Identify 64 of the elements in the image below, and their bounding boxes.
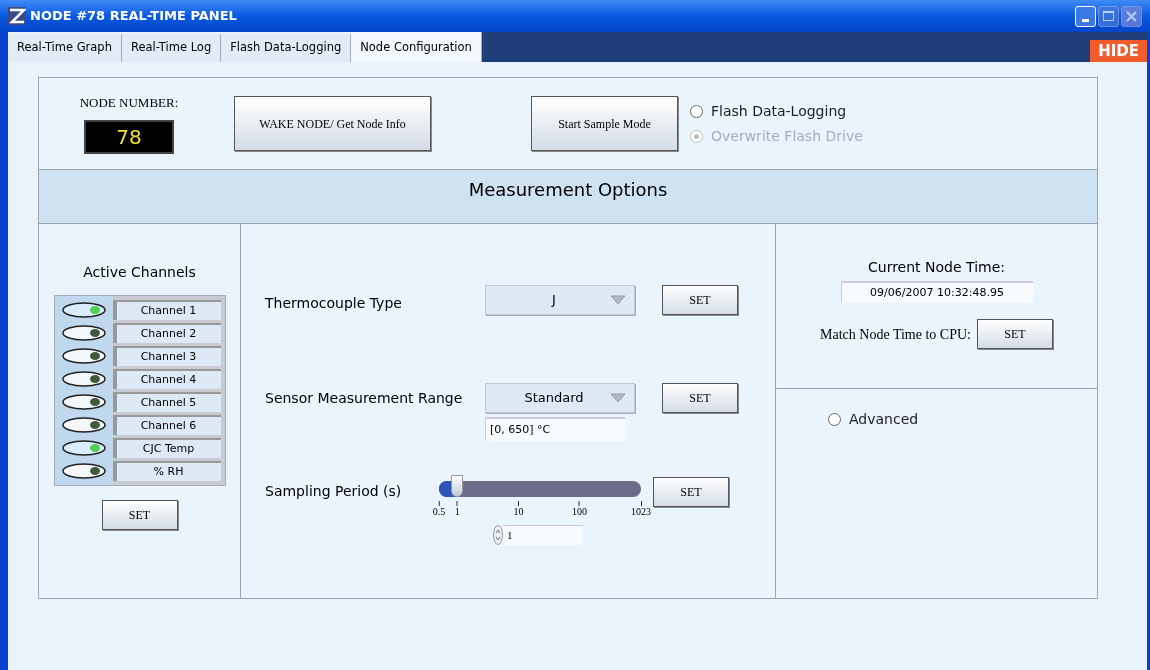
channel-label: CJC Temp [112, 438, 221, 458]
tab[interactable]: Real-Time Graph [8, 34, 122, 62]
wake-node-button[interactable]: WAKE NODE/ Get Node Info [234, 96, 431, 151]
channel-label: Channel 3 [112, 346, 221, 366]
set-button[interactable]: SET [662, 285, 738, 315]
channel-label: Channel 6 [112, 415, 221, 435]
slider-thumb[interactable] [451, 475, 464, 497]
tick-label: 1 [454, 506, 460, 518]
channel-label: Channel 4 [112, 369, 221, 389]
close-button[interactable] [1121, 5, 1142, 27]
toggle-switch[interactable] [60, 392, 107, 412]
maximize-button[interactable] [1098, 5, 1119, 27]
set-button[interactable]: SET [976, 319, 1053, 349]
window-title: NODE #78 REAL-TIME PANEL [30, 7, 238, 26]
toggle-switch[interactable] [60, 415, 107, 435]
field-label: Sampling Period (s) [265, 482, 403, 501]
active-channels-title: Active Channels [83, 263, 196, 282]
close-icon [1126, 10, 1137, 22]
range-dropdown[interactable]: Standard [485, 383, 635, 413]
set-button[interactable]: SET [653, 477, 729, 507]
range-display: [0, 650] °C [485, 417, 625, 441]
sampling-value-field[interactable]: 1 [503, 525, 583, 545]
tick-label: 1023 [631, 506, 651, 518]
match-time-label: Match Node Time to CPU: [820, 325, 971, 344]
dropdown-arrow-icon [610, 295, 626, 305]
logo-icon [8, 7, 26, 25]
radio-button[interactable] [690, 104, 703, 118]
tick-mark [517, 501, 519, 506]
thermocouple-dropdown[interactable]: J [485, 285, 635, 315]
radio-label: Overwrite Flash Drive [711, 126, 863, 146]
channel-label: % RH [112, 461, 221, 481]
tick-mark [640, 501, 642, 506]
radio-button[interactable] [828, 413, 841, 426]
tab[interactable]: Flash Data-Logging [221, 34, 352, 62]
field-label: Sensor Measurement Range [265, 388, 464, 408]
tick-label: 10 [513, 506, 524, 518]
toggle-switch[interactable] [60, 438, 107, 458]
minimize-button[interactable] [1075, 5, 1096, 27]
channel-label: Channel 5 [112, 392, 221, 412]
tab[interactable]: Real-Time Log [121, 34, 222, 62]
slider[interactable] [439, 475, 641, 497]
node-number-display: 78 [84, 120, 174, 155]
radio-label: Advanced [849, 410, 919, 429]
tick-label: 0.5 [432, 506, 446, 518]
node-time-label: Current Node Time: [868, 258, 1005, 277]
toggle-switch[interactable] [60, 369, 107, 389]
start-sample-button[interactable]: Start Sample Mode [531, 96, 678, 151]
toggle-switch[interactable] [60, 323, 107, 343]
dropdown-arrow-icon [610, 393, 626, 403]
field-label: Thermocouple Type [265, 293, 403, 313]
node-number-label: NODE NUMBER: [79, 93, 179, 112]
spinner-icon[interactable] [493, 525, 503, 545]
set-button[interactable]: SET [101, 500, 178, 530]
toggle-switch[interactable] [60, 461, 107, 481]
channel-label: Channel 1 [112, 300, 221, 320]
section-title: Measurement Options [468, 178, 668, 202]
radio-label: Flash Data-Logging [711, 101, 847, 121]
node-time-display: 09/06/2007 10:32:48.95 [840, 281, 1033, 303]
toggle-switch[interactable] [60, 346, 107, 366]
toggle-switch[interactable] [60, 300, 107, 320]
tab[interactable]: Node Configuration [351, 32, 482, 62]
channel-label: Channel 2 [112, 323, 221, 343]
tick-label: 100 [571, 506, 587, 518]
set-button[interactable]: SET [662, 383, 738, 413]
